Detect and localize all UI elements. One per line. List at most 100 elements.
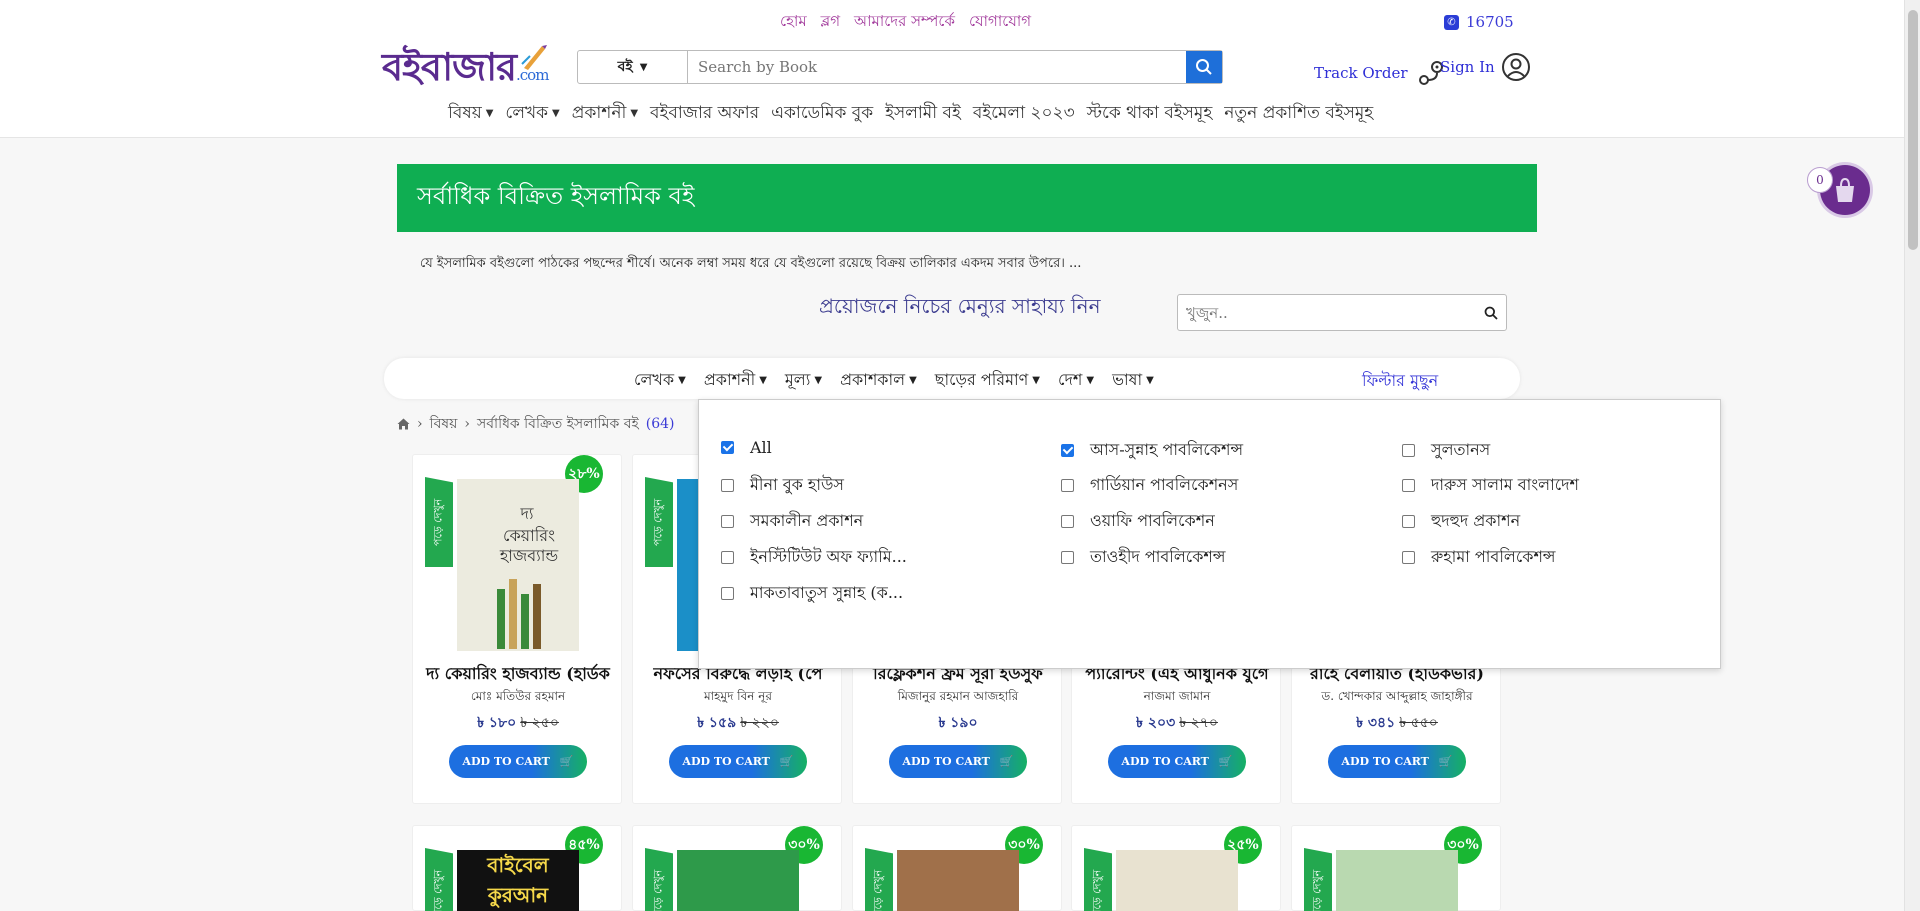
- book-cover[interactable]: বাইবেল কুরআন: [457, 850, 579, 911]
- nav-item-author[interactable]: লেখক ▼: [505, 100, 559, 128]
- nav-item-publisher[interactable]: প্রকাশনী ▼: [572, 100, 638, 128]
- preview-ribbon[interactable]: পড়ে দেখুন: [645, 848, 673, 911]
- clear-filter-button[interactable]: ফিল্টার মুছুন: [1362, 368, 1438, 395]
- chevron-down-icon: ▼: [639, 61, 648, 73]
- search-input[interactable]: [688, 51, 1186, 83]
- add-to-cart-button[interactable]: ADD TO CART 🛒: [449, 745, 587, 778]
- publisher-option[interactable]: All: [721, 438, 772, 457]
- breadcrumb: › বিষয় › সর্বাধিক বিক্রিত ইসলামিক বই (6…: [397, 412, 675, 436]
- nav-item-new-books[interactable]: নতুন প্রকাশিত বইসমূহ: [1224, 100, 1373, 128]
- search-button[interactable]: [1186, 51, 1222, 83]
- book-cover[interactable]: [897, 850, 1019, 911]
- publisher-option[interactable]: দারুস সালাম বাংলাদেশ: [1402, 472, 1579, 499]
- page-title-banner: সর্বাধিক বিক্রিত ইসলামিক বই: [397, 164, 1537, 232]
- book-cover[interactable]: [1336, 850, 1458, 911]
- checkbox: [1402, 444, 1415, 457]
- filter-language[interactable]: ভাষা ▼: [1112, 367, 1154, 394]
- publisher-option[interactable]: সুলতানস: [1402, 437, 1490, 464]
- top-link-blog[interactable]: ব্লগ: [821, 10, 840, 35]
- sign-in-link[interactable]: Sign In: [1440, 52, 1531, 82]
- nav-item-subject[interactable]: বিষয় ▼: [448, 100, 493, 128]
- checkbox-checked: [721, 441, 734, 454]
- filter-publisher[interactable]: প্রকাশনী ▼: [704, 367, 767, 394]
- book-title[interactable]: দ্য কেয়ারিং হাজব্যান্ড (হার্ডক: [413, 661, 623, 688]
- publisher-filter-dropdown: All আস-সুন্নাহ পাবলিকেশন্স সুলতানস মীনা …: [698, 399, 1721, 669]
- book-price: ৳ ২০৩ ৳ ২৭০: [1136, 715, 1218, 731]
- page-scrollbar[interactable]: [1904, 0, 1920, 911]
- help-text: প্রয়োজনে নিচের মেন্যুর সাহায্য নিন: [819, 294, 1101, 318]
- home-icon[interactable]: [397, 418, 410, 430]
- checkbox-checked: [1061, 444, 1074, 457]
- add-to-cart-button[interactable]: ADD TO CART 🛒: [669, 745, 807, 778]
- filter-discount[interactable]: ছাড়ের পরিমাণ ▼: [935, 367, 1040, 394]
- product-card[interactable]: পড়ে দেখুন ২৮% দ্য কেয়ারিং হাজব্যান্ড দ…: [412, 454, 622, 804]
- product-card[interactable]: পড়ে দেখুন ৪৫% বাইবেল কুরআন: [412, 825, 622, 911]
- logo-pen-icon: [521, 45, 547, 70]
- chevron-down-icon: ▼: [1032, 375, 1040, 386]
- track-order-link[interactable]: Track Order: [1314, 58, 1446, 88]
- product-card[interactable]: পড়ে দেখুন ৩০%: [1291, 825, 1501, 911]
- filter-search-input[interactable]: [1186, 303, 1466, 322]
- cart-icon: 🛒: [1218, 755, 1233, 768]
- book-cover[interactable]: [677, 850, 799, 911]
- checkbox: [721, 551, 734, 564]
- search-category-select[interactable]: বই ▼: [578, 51, 688, 83]
- nav-item-academic[interactable]: একাডেমিক বুক: [771, 100, 873, 128]
- chevron-down-icon: ▼: [630, 108, 639, 119]
- publisher-option[interactable]: ওয়াফি পাবলিকেশন: [1061, 508, 1215, 535]
- product-card[interactable]: পড়ে দেখুন ৩০%: [852, 825, 1062, 911]
- preview-ribbon[interactable]: পড়ে দেখুন: [1304, 848, 1332, 911]
- scrollbar-thumb[interactable]: [1908, 10, 1918, 250]
- book-author[interactable]: ড. খোন্দকার আব্দুল্লাহ জাহাঙ্গীর: [1292, 688, 1502, 708]
- book-author[interactable]: মাহমুদ বিন নূর: [633, 688, 843, 708]
- filter-country[interactable]: দেশ ▼: [1058, 367, 1094, 394]
- nav-item-offer[interactable]: বইবাজার অফার: [650, 100, 759, 128]
- publisher-option[interactable]: হুদহুদ প্রকাশন: [1402, 508, 1520, 535]
- book-cover[interactable]: [1116, 850, 1238, 911]
- publisher-option[interactable]: ইনস্টিটিউট অফ ফ্যামি...: [721, 544, 907, 571]
- book-author[interactable]: নাজমা জামান: [1072, 688, 1282, 708]
- add-to-cart-button[interactable]: ADD TO CART 🛒: [1108, 745, 1246, 778]
- nav-item-boimela[interactable]: বইমেলা ২০২৩: [973, 100, 1075, 128]
- hotline[interactable]: ✆ 16705: [1444, 13, 1514, 31]
- top-link-contact[interactable]: যোগাযোগ: [969, 10, 1031, 35]
- product-card[interactable]: পড়ে দেখুন ৩০%: [632, 825, 842, 911]
- publisher-option[interactable]: মীনা বুক হাউস: [721, 472, 844, 499]
- filter-author[interactable]: লেখক ▼: [634, 367, 686, 394]
- search-bar: বই ▼: [577, 50, 1223, 84]
- breadcrumb-category[interactable]: বিষয়: [430, 412, 458, 436]
- preview-ribbon[interactable]: পড়ে দেখুন: [425, 477, 453, 567]
- preview-ribbon[interactable]: পড়ে দেখুন: [1084, 848, 1112, 911]
- phone-icon: ✆: [1444, 14, 1459, 30]
- nav-item-islamic[interactable]: ইসলামী বই: [885, 100, 961, 128]
- product-card[interactable]: পড়ে দেখুন ২৫%: [1071, 825, 1281, 911]
- preview-ribbon[interactable]: পড়ে দেখুন: [645, 477, 673, 567]
- svg-text:দ্য: দ্য: [519, 504, 533, 523]
- publisher-option[interactable]: সমকালীন প্রকাশন: [721, 508, 863, 535]
- publisher-option[interactable]: রুহামা পাবলিকেশন্স: [1402, 544, 1556, 571]
- cart-count-badge: 0: [1807, 167, 1833, 193]
- top-link-about[interactable]: আমাদের সম্পর্কে: [854, 10, 955, 35]
- publisher-option[interactable]: আস-সুন্নাহ পাবলিকেশন্স: [1061, 437, 1243, 464]
- filter-price[interactable]: মূল্য ▼: [785, 367, 822, 394]
- preview-ribbon[interactable]: পড়ে দেখুন: [865, 848, 893, 911]
- checkbox: [721, 479, 734, 492]
- search-icon[interactable]: [1484, 306, 1498, 320]
- book-price: ৳ ১৯০: [938, 715, 978, 731]
- site-header: হোম ব্লগ আমাদের সম্পর্কে যোগাযোগ ✆ 16705…: [0, 0, 1904, 138]
- filter-publish-date[interactable]: প্রকাশকাল ▼: [840, 367, 917, 394]
- book-cover[interactable]: দ্য কেয়ারিং হাজব্যান্ড: [457, 479, 579, 651]
- preview-ribbon[interactable]: পড়ে দেখুন: [425, 848, 453, 911]
- breadcrumb-separator: ›: [417, 416, 423, 432]
- add-to-cart-button[interactable]: ADD TO CART 🛒: [1328, 745, 1466, 778]
- nav-item-in-stock[interactable]: স্টকে থাকা বইসমূহ: [1087, 100, 1213, 128]
- book-author[interactable]: মিজানুর রহমান আজহারি: [853, 688, 1063, 708]
- svg-text:হাজব্যান্ড: হাজব্যান্ড: [499, 546, 559, 565]
- publisher-option[interactable]: মাকতাবাতুস সুন্নাহ (ক...: [721, 580, 903, 607]
- top-link-home[interactable]: হোম: [780, 10, 807, 35]
- publisher-option[interactable]: গার্ডিয়ান পাবলিকেশনস: [1061, 472, 1238, 499]
- add-to-cart-button[interactable]: ADD TO CART 🛒: [889, 745, 1027, 778]
- publisher-option[interactable]: তাওহীদ পাবলিকেশন্স: [1061, 544, 1225, 571]
- book-author[interactable]: মোঃ মতিউর রহমান: [413, 688, 623, 708]
- main-nav: বিষয় ▼ লেখক ▼ প্রকাশনী ▼ বইবাজার অফার একাড…: [448, 100, 1373, 128]
